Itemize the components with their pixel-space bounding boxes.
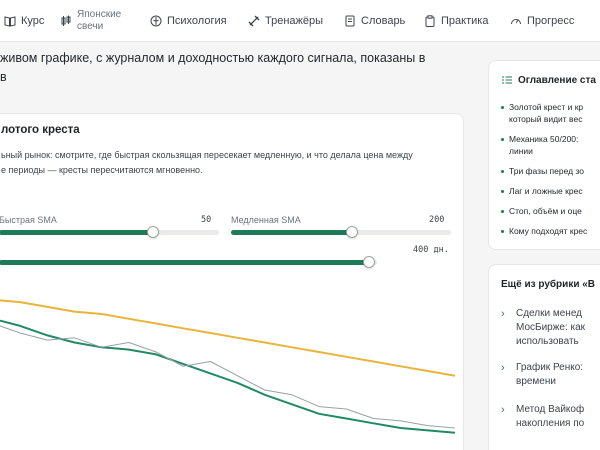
candles-icon	[60, 15, 72, 27]
toc-bullet	[501, 170, 504, 173]
fast-sma-fill	[0, 230, 153, 235]
more-item-1-text: Сделки менед МосБирже: как использовать	[516, 308, 586, 347]
nav-item-candles-line1: Японские	[77, 9, 122, 20]
toc-item-3-line1: Три фазы перед зо	[509, 166, 584, 176]
golden-cross-widget: лотого креста ьный рынок: смотрите, где …	[0, 113, 464, 450]
nav-item-practice-label: Практика	[441, 15, 489, 27]
fast-sma-label: Быстрая SMA	[0, 215, 57, 225]
toc-bullet	[501, 210, 504, 213]
more-item-2[interactable]: › График Ренко: времени	[501, 361, 583, 389]
book-icon	[4, 15, 16, 27]
list-icon	[501, 74, 513, 86]
toc-item-2[interactable]: Механика 50/200: линии	[501, 133, 578, 157]
toc-item-2-line2: линии	[509, 146, 533, 156]
fast-sma-value: 50	[201, 215, 212, 225]
toc-item-6-line1: Кому подходят крес	[509, 226, 588, 236]
period-value: 400 дн.	[413, 245, 449, 255]
toc-item-4-line1: Лаг и ложные крес	[509, 186, 583, 196]
slow-sma-fill	[231, 230, 352, 235]
nav-item-course-label: Курс	[21, 15, 45, 27]
nav-item-candles-line2: свечи	[77, 21, 104, 32]
toc-item-2-line1: Механика 50/200:	[509, 134, 579, 144]
toc-header: Оглавление ста	[501, 74, 596, 86]
brain-icon	[150, 15, 162, 27]
period-slider[interactable]	[0, 256, 377, 268]
period-fill	[0, 260, 370, 265]
table-of-contents: Оглавление ста Золотой крест и кр который…	[488, 60, 600, 250]
toc-item-1-line2: который видит вес	[509, 114, 583, 124]
nav-item-trainers[interactable]: Тренажёры	[248, 0, 323, 42]
toc-item-1-line1: Золотой крест и кр	[509, 102, 584, 112]
more-title: Ещё из рубрики «В	[501, 279, 596, 290]
nav-item-practice[interactable]: Практика	[424, 0, 488, 42]
fast-sma-thumb[interactable]	[147, 226, 159, 238]
more-item-1[interactable]: › Сделки менед МосБирже: как использоват…	[501, 307, 585, 349]
toc-item-5[interactable]: Стоп, объём и оце	[501, 205, 582, 217]
widget-description: ьный рынок: смотрите, где быстрая скольз…	[1, 148, 451, 178]
clipboard-icon	[424, 15, 436, 27]
more-item-2-text: График Ренко: времени	[516, 362, 584, 387]
chevron-right-icon: ›	[501, 308, 505, 320]
toc-item-1[interactable]: Золотой крест и кр который видит вес	[501, 101, 583, 125]
nav-item-dictionary-label: Словарь	[361, 15, 406, 27]
slow-sma-slider[interactable]	[231, 226, 451, 238]
nav-item-progress-label: Прогресс	[527, 15, 575, 27]
nav-item-trainers-label: Тренажёры	[265, 15, 324, 27]
toc-bullet	[501, 230, 504, 233]
nav-item-psychology[interactable]: Психология	[150, 0, 227, 42]
more-from-rubric: Ещё из рубрики «В › Сделки менед МосБирж…	[488, 264, 600, 450]
widget-title: лотого креста	[1, 124, 80, 136]
nav-item-candles[interactable]: Японские свечи	[60, 0, 121, 42]
price-chart[interactable]	[0, 276, 455, 450]
widget-description-line-1: ьный рынок: смотрите, где быстрая скольз…	[1, 150, 413, 160]
slow-sma-thumb[interactable]	[346, 226, 358, 238]
nav-item-dictionary[interactable]: Словарь	[344, 0, 405, 42]
nav-item-psychology-label: Психология	[167, 15, 227, 27]
period-thumb[interactable]	[363, 256, 376, 268]
toc-item-5-line1: Стоп, объём и оце	[509, 206, 582, 216]
gauge-icon	[510, 15, 522, 27]
toc-bullet	[501, 106, 504, 109]
more-item-3[interactable]: › Метод Вайкоф накопления по	[501, 403, 584, 431]
dictionary-icon	[344, 15, 356, 27]
chevron-right-icon: ›	[501, 404, 505, 416]
more-item-3-text: Метод Вайкоф накопления по	[516, 404, 585, 429]
chevron-right-icon: ›	[501, 362, 505, 374]
toc-title: Оглавление ста	[518, 74, 596, 86]
top-navigation: Курс Японские свечи Психология Тренажёры…	[0, 0, 600, 42]
article-intro: живом графике, с журналом и доходностью …	[0, 49, 470, 87]
toc-item-3[interactable]: Три фазы перед зо	[501, 165, 584, 177]
fast-sma-slider[interactable]	[0, 226, 219, 238]
widget-description-line-2: е периоды — кресты пересчитаются мгновен…	[1, 165, 203, 175]
nav-item-progress[interactable]: Прогресс	[510, 0, 574, 42]
slow-sma-value: 200	[429, 215, 445, 225]
nav-item-course[interactable]: Курс	[4, 0, 44, 42]
intro-line-1: живом графике, с журналом и доходностью …	[0, 51, 426, 65]
toc-bullet	[501, 190, 504, 193]
dumbbell-icon	[248, 15, 260, 27]
slow-sma-label: Медленная SMA	[231, 215, 301, 225]
toc-item-6[interactable]: Кому подходят крес	[501, 225, 587, 237]
toc-bullet	[501, 138, 504, 141]
toc-item-4[interactable]: Лаг и ложные крес	[501, 185, 583, 197]
intro-line-2: в	[0, 70, 7, 84]
